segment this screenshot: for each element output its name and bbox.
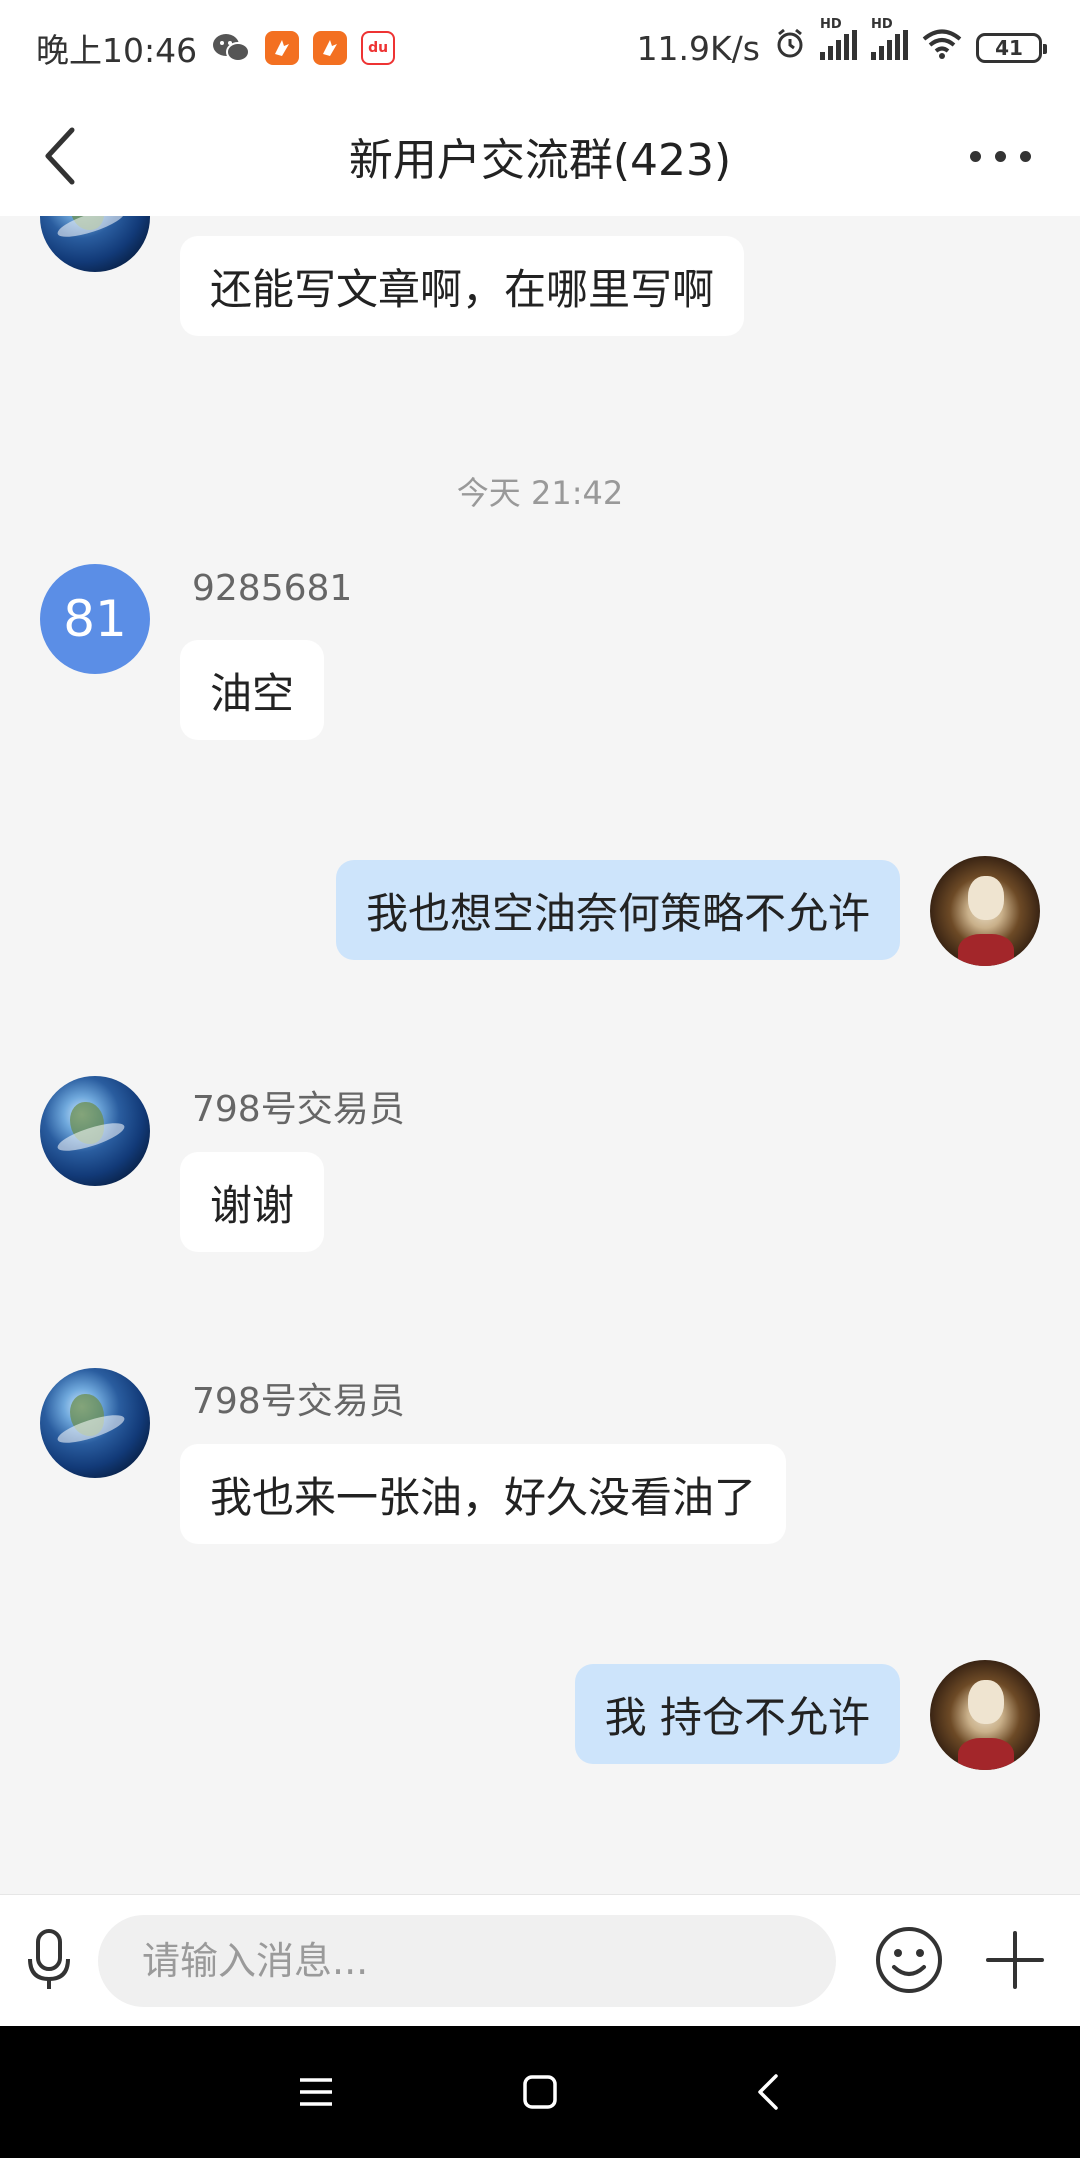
message-input[interactable]	[98, 1915, 836, 2007]
message-bubble[interactable]: 我也想空油奈何策略不允许	[335, 860, 900, 960]
avatar[interactable]	[930, 1660, 1040, 1770]
avatar[interactable]	[40, 216, 150, 272]
battery-icon: 41	[976, 33, 1047, 63]
status-left: 晚上10:46 du	[36, 24, 396, 72]
sender-name: 798号交易员	[192, 1089, 405, 1130]
wechat-icon	[211, 31, 251, 65]
wifi-icon	[922, 28, 962, 68]
cell-signal-icon: HD	[871, 17, 908, 68]
back-triangle-icon	[758, 2074, 778, 2110]
message-bubble[interactable]: 我也来一张油，好久没看油了	[180, 1444, 787, 1544]
emoji-button[interactable]	[874, 1925, 944, 1995]
time-separator: 今天 21:42	[456, 474, 624, 512]
avatar[interactable]	[930, 856, 1040, 966]
home-square-icon	[523, 2075, 557, 2109]
menu-icon	[300, 2078, 332, 2106]
message-bubble[interactable]: 谢谢	[180, 1152, 325, 1252]
nav-menu-button[interactable]	[288, 2064, 344, 2120]
chat-area[interactable]: 还能写文章啊，在哪里写啊 今天 21:42 81 9285681 油空 我也想空…	[0, 216, 1080, 1894]
status-right: 11.9K/s HD HD 41	[636, 17, 1047, 68]
nav-back-button[interactable]	[740, 2064, 796, 2120]
title-bar: 新用户交流群(423)	[0, 96, 1080, 216]
message-bubble[interactable]: 油空	[180, 640, 325, 740]
plus-icon	[986, 1931, 1044, 1989]
avatar[interactable]: 81	[40, 564, 150, 674]
more-dot	[994, 150, 1006, 162]
back-button[interactable]	[30, 124, 90, 188]
hd-label: HD	[820, 16, 842, 32]
hd-label: HD	[871, 16, 893, 32]
more-dot	[969, 150, 981, 162]
app-notification-icon	[265, 31, 300, 65]
add-button[interactable]	[984, 1929, 1046, 1991]
input-bar	[0, 1894, 1080, 2026]
more-dot	[1019, 150, 1031, 162]
sender-name: 798号交易员	[192, 1381, 405, 1422]
chevron-left-icon	[45, 127, 75, 185]
message-bubble[interactable]: 我 持仓不允许	[574, 1664, 900, 1764]
app-notification-icon	[313, 31, 348, 65]
voice-button[interactable]	[24, 1927, 74, 1993]
microphone-icon	[28, 1929, 70, 1989]
nav-home-button[interactable]	[512, 2064, 568, 2120]
avatar[interactable]	[40, 1368, 150, 1478]
cell-signal-icon: HD	[820, 17, 857, 68]
smiley-icon	[876, 1927, 942, 1993]
sender-name: 9285681	[192, 568, 353, 609]
alarm-icon	[774, 28, 806, 68]
map-pin-icon: du	[361, 31, 396, 65]
status-bar: 晚上10:46 du 11.9K/s HD HD 41	[0, 0, 1080, 96]
system-nav-bar	[0, 2026, 1080, 2158]
message-bubble[interactable]: 还能写文章啊，在哪里写啊	[180, 236, 745, 336]
more-button[interactable]	[960, 136, 1040, 176]
status-time: 晚上10:46	[36, 31, 198, 70]
network-speed: 11.9K/s	[636, 28, 760, 68]
avatar[interactable]	[40, 1076, 150, 1186]
page-title: 新用户交流群(423)	[348, 135, 732, 186]
